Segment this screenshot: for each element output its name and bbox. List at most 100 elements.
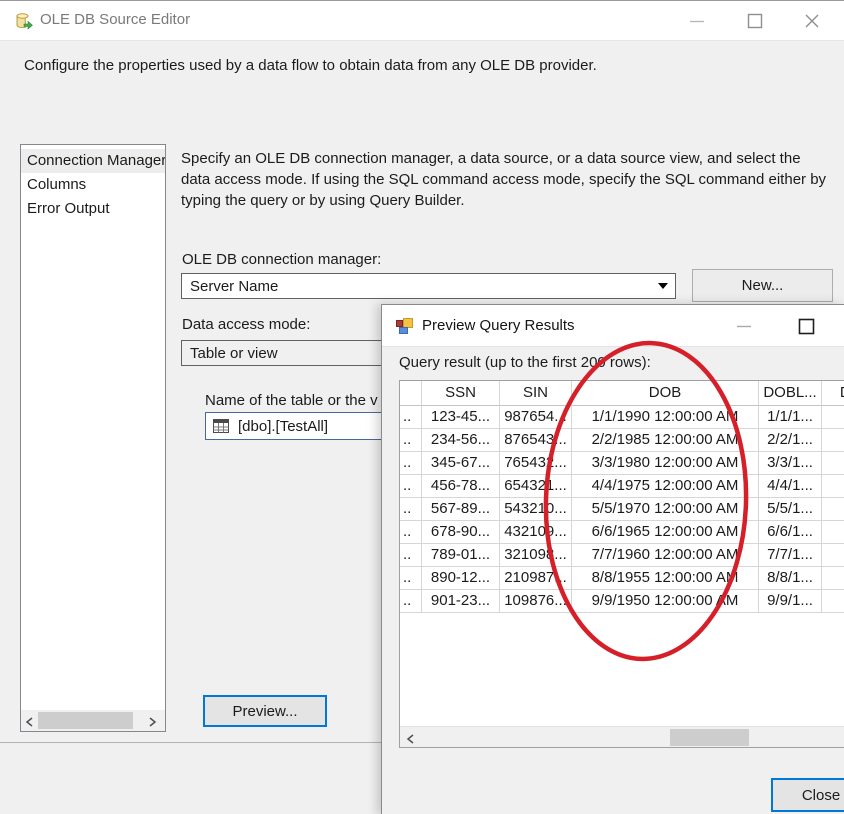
data-access-mode-value: Table or view	[190, 345, 278, 362]
grid-horizontal-scrollbar[interactable]	[400, 726, 844, 747]
table-cell: 765432...	[500, 452, 572, 475]
table-cell: 109876...	[500, 590, 572, 613]
table-cell: ..	[400, 429, 422, 452]
table-cell: 876543...	[500, 429, 572, 452]
table-cell: 1/	[822, 406, 844, 429]
table-cell: 789-01...	[422, 544, 500, 567]
table-row[interactable]: ..789-01...321098...7/7/1960 12:00:00 AM…	[400, 544, 844, 567]
connection-manager-label: OLE DB connection manager:	[182, 251, 381, 268]
column-header[interactable]: D...	[822, 381, 844, 406]
close-button[interactable]: Close	[771, 778, 844, 812]
table-cell: 3/	[822, 452, 844, 475]
table-cell: 5/	[822, 498, 844, 521]
table-row[interactable]: ..345-67...765432...3/3/1980 12:00:00 AM…	[400, 452, 844, 475]
table-cell: 6/	[822, 521, 844, 544]
table-name-label: Name of the table or the v	[205, 392, 378, 409]
screen: OLE DB Source Editor Configure the prope…	[0, 0, 844, 814]
table-cell: 9/9/1...	[759, 590, 822, 613]
scrollbar-thumb[interactable]	[670, 729, 749, 746]
table-cell: 5/5/1...	[759, 498, 822, 521]
table-cell: 2/2/1985 12:00:00 AM	[572, 429, 759, 452]
table-cell: 7/	[822, 544, 844, 567]
preview-table-header-row: SSNSINDOBDOBL...D...	[400, 381, 844, 406]
maximize-icon[interactable]	[732, 1, 778, 41]
table-cell: 890-12...	[422, 567, 500, 590]
table-cell: 3/3/1...	[759, 452, 822, 475]
nav-item-error-output[interactable]: Error Output	[21, 197, 165, 221]
window-title: OLE DB Source Editor	[40, 11, 190, 28]
new-button[interactable]: New...	[692, 269, 833, 302]
table-cell: 6/6/1965 12:00:00 AM	[572, 521, 759, 544]
minimize-icon[interactable]	[724, 305, 764, 347]
table-cell: 123-45...	[422, 406, 500, 429]
table-cell: 210987...	[500, 567, 572, 590]
table-cell: 678-90...	[422, 521, 500, 544]
preview-button[interactable]: Preview...	[203, 695, 327, 727]
table-cell: ..	[400, 498, 422, 521]
nav-item-columns[interactable]: Columns	[21, 173, 165, 197]
table-name-value: [dbo].[TestAll]	[238, 418, 328, 435]
table-cell: ..	[400, 544, 422, 567]
preview-titlebar: Preview Query Results	[382, 305, 844, 347]
table-cell: 3/3/1980 12:00:00 AM	[572, 452, 759, 475]
table-row[interactable]: ..234-56...876543...2/2/1985 12:00:00 AM…	[400, 429, 844, 452]
preview-window-title: Preview Query Results	[422, 317, 575, 334]
table-cell: 4/	[822, 475, 844, 498]
table-cell: 7/7/1...	[759, 544, 822, 567]
table-cell: 8/	[822, 567, 844, 590]
table-cell: 432109...	[500, 521, 572, 544]
column-header[interactable]: SSN	[422, 381, 500, 406]
table-cell: 6/6/1...	[759, 521, 822, 544]
table-cell: ..	[400, 452, 422, 475]
column-header[interactable]: DOB	[572, 381, 759, 406]
table-cell: 456-78...	[422, 475, 500, 498]
column-header[interactable]	[400, 381, 422, 406]
editor-titlebar: OLE DB Source Editor	[0, 1, 844, 41]
connection-manager-combobox[interactable]: Server Name	[181, 273, 676, 299]
table-cell: 654321...	[500, 475, 572, 498]
table-cell: 234-56...	[422, 429, 500, 452]
scroll-left-icon[interactable]	[25, 715, 37, 727]
table-cell: 987654...	[500, 406, 572, 429]
table-cell: 543210...	[500, 498, 572, 521]
form-icon	[396, 318, 413, 334]
table-cell: ..	[400, 590, 422, 613]
table-cell: ..	[400, 567, 422, 590]
table-cell: 5/5/1970 12:00:00 AM	[572, 498, 759, 521]
table-cell: 8/8/1955 12:00:00 AM	[572, 567, 759, 590]
table-cell: 567-89...	[422, 498, 500, 521]
table-row[interactable]: ..567-89...543210...5/5/1970 12:00:00 AM…	[400, 498, 844, 521]
column-header[interactable]: SIN	[500, 381, 572, 406]
table-grid-icon	[213, 419, 229, 438]
query-results-grid: SSNSINDOBDOBL...D... ..123-45...987654..…	[399, 380, 844, 748]
close-icon[interactable]	[789, 1, 835, 41]
table-row[interactable]: ..901-23...109876...9/9/1950 12:00:00 AM…	[400, 590, 844, 613]
chevron-down-icon[interactable]	[651, 274, 675, 298]
scroll-left-icon[interactable]	[406, 732, 418, 744]
table-cell: 1/1/1990 12:00:00 AM	[572, 406, 759, 429]
table-cell: 1/1/1...	[759, 406, 822, 429]
editor-nav-list: Connection Manager Columns Error Output	[20, 144, 166, 732]
editor-description: Configure the properties used by a data …	[24, 57, 597, 74]
table-row[interactable]: ..678-90...432109...6/6/1965 12:00:00 AM…	[400, 521, 844, 544]
scroll-right-icon[interactable]	[147, 715, 159, 727]
column-header[interactable]: DOBL...	[759, 381, 822, 406]
table-row[interactable]: ..123-45...987654...1/1/1990 12:00:00 AM…	[400, 406, 844, 429]
query-result-label: Query result (up to the first 200 rows):	[399, 354, 651, 371]
table-cell: ..	[400, 406, 422, 429]
data-access-mode-label: Data access mode:	[182, 316, 310, 333]
maximize-icon[interactable]	[786, 305, 826, 347]
scrollbar-thumb[interactable]	[38, 712, 133, 729]
table-cell: 321098...	[500, 544, 572, 567]
table-cell: 345-67...	[422, 452, 500, 475]
table-cell: 8/8/1...	[759, 567, 822, 590]
nav-horizontal-scrollbar[interactable]	[21, 710, 165, 731]
table-row[interactable]: ..456-78...654321...4/4/1975 12:00:00 AM…	[400, 475, 844, 498]
nav-item-connection-manager[interactable]: Connection Manager	[21, 149, 165, 173]
table-cell: 9/9/1950 12:00:00 AM	[572, 590, 759, 613]
table-row[interactable]: ..890-12...210987...8/8/1955 12:00:00 AM…	[400, 567, 844, 590]
minimize-icon[interactable]	[674, 1, 720, 41]
editor-instructions: Specify an OLE DB connection manager, a …	[181, 148, 841, 211]
preview-query-results-window: Preview Query Results Query result (up t…	[381, 304, 844, 814]
table-cell: 4/4/1975 12:00:00 AM	[572, 475, 759, 498]
